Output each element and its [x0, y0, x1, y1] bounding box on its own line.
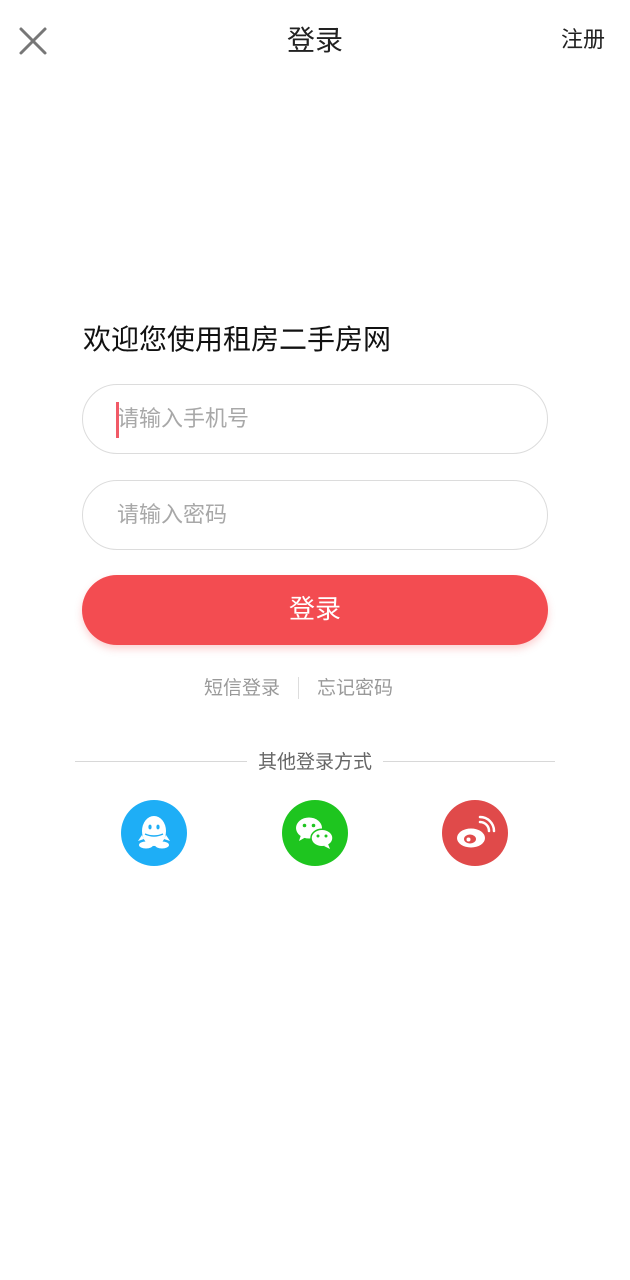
other-login-label: 其他登录方式 — [257, 751, 372, 773]
password-input[interactable] — [117, 481, 517, 549]
phone-input[interactable] — [117, 385, 517, 453]
sms-login-link[interactable]: 短信登录 — [204, 674, 280, 702]
qq-icon — [138, 816, 170, 849]
page-title: 登录 — [286, 24, 343, 57]
divider-line-right — [383, 761, 555, 762]
other-login-divider: 其他登录方式 — [75, 748, 555, 776]
register-link[interactable]: 注册 — [561, 26, 605, 56]
forgot-password-link[interactable]: 忘记密码 — [317, 674, 393, 702]
wechat-login-button[interactable] — [282, 800, 348, 866]
text-caret — [116, 402, 119, 438]
password-field[interactable] — [82, 480, 548, 550]
weibo-icon — [457, 815, 496, 848]
phone-field[interactable] — [82, 384, 548, 454]
login-links: 短信登录 忘记密码 — [0, 674, 630, 702]
welcome-text: 欢迎您使用租房二手房网 — [83, 323, 392, 356]
qq-login-button[interactable] — [121, 800, 187, 866]
links-divider — [298, 677, 299, 699]
header: 登录 注册 — [0, 0, 630, 82]
weibo-login-button[interactable] — [442, 800, 508, 866]
wechat-icon — [296, 817, 334, 849]
login-button[interactable]: 登录 — [82, 575, 548, 645]
